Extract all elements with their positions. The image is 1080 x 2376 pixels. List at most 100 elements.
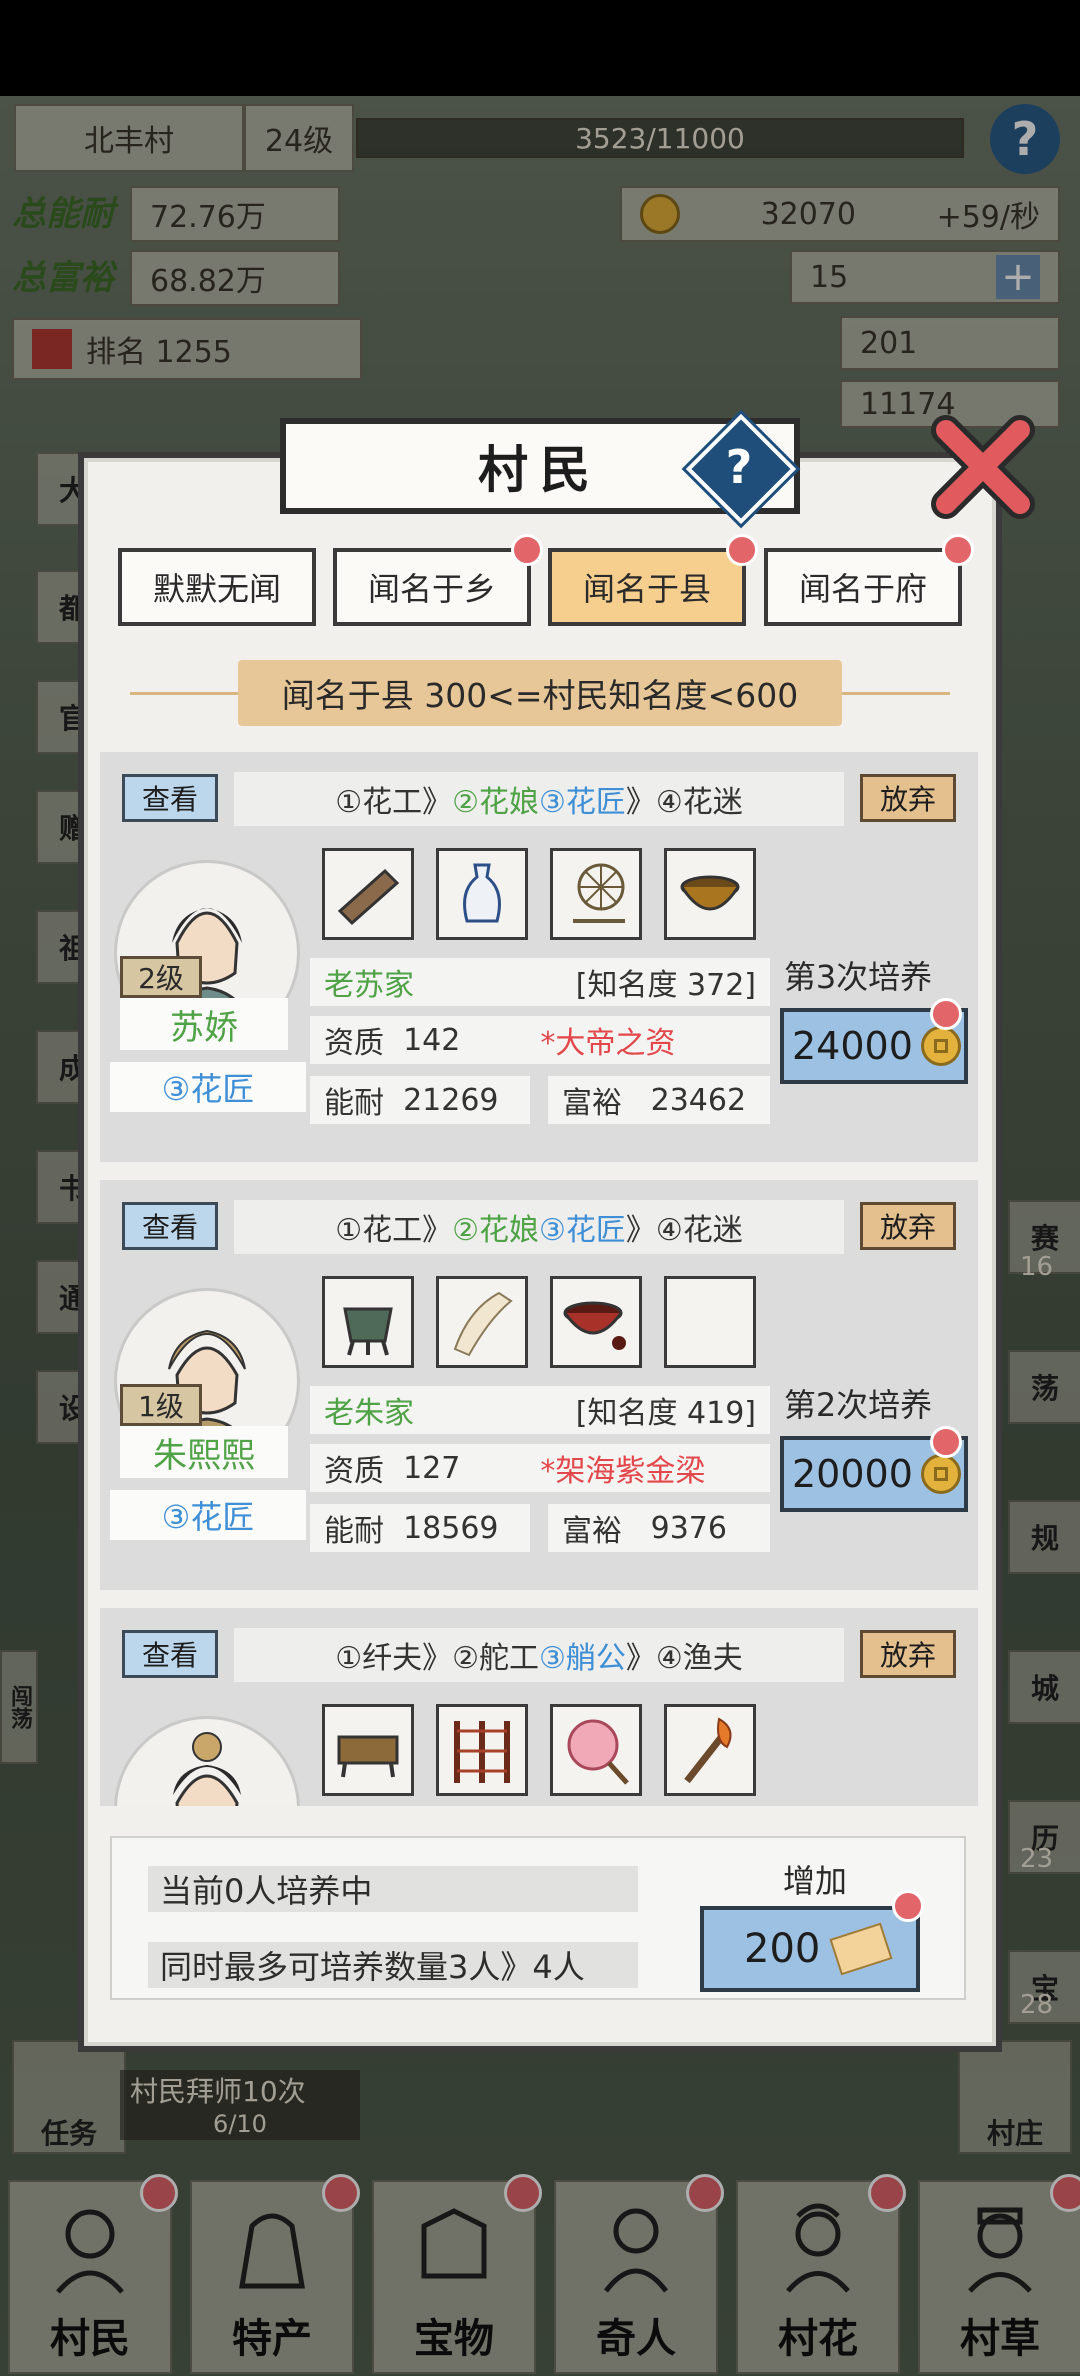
path-step-2: ②花娘 (452, 785, 539, 820)
career-path: ①纤夫 》 ②舵工 ③艄公 》 ④渔夫 (234, 1628, 844, 1682)
aptitude-row: 资质 142 *大帝之资 (310, 1016, 770, 1064)
villager-title: ③花匠 (110, 1062, 306, 1112)
train-count-label: 第2次培养 (783, 1386, 933, 1424)
path-step-2: ②舵工 (452, 1641, 539, 1676)
path-arrow: 》 (625, 1641, 656, 1676)
train-cost: 24000 (792, 1024, 913, 1068)
family-name: 老朱家 (324, 1396, 414, 1431)
wealth-row: 富裕 9376 (548, 1504, 770, 1552)
wealth-label: 富裕 (562, 1514, 622, 1549)
modal-title: 村民 (478, 440, 602, 499)
fame-filter-banner: 闻名于县 300<=村民知名度<600 (238, 660, 842, 726)
path-arrow: 》 (625, 785, 656, 820)
aptitude-value: 142 (403, 1022, 461, 1058)
villager-avatar[interactable] (114, 1716, 300, 1806)
give-up-button[interactable]: 放弃 (860, 1630, 956, 1678)
villager-name: 朱熙熙 (120, 1426, 288, 1478)
career-path: ①花工 》 ②花娘 ③花匠 》 ④花迷 (234, 1200, 844, 1254)
torch-icon[interactable] (664, 1704, 756, 1796)
level-badge: 1级 (120, 1384, 202, 1426)
abacus-icon[interactable] (322, 848, 414, 940)
folding-screen-icon[interactable] (436, 1704, 528, 1796)
training-current-count: 当前0人培养中 (148, 1866, 638, 1912)
aptitude-row: 资质 127 *架海紫金梁 (310, 1444, 770, 1492)
tab-township-famous[interactable]: 闻名于乡 (333, 548, 531, 626)
villager-name: 苏娇 (120, 998, 288, 1050)
add-capacity-button[interactable]: 200 (700, 1906, 920, 1992)
fame-value: [知名度 372] (575, 968, 756, 1003)
coin-icon (920, 1454, 961, 1494)
woman-portrait-icon (173, 1732, 241, 1806)
villager-card: 查看 ①花工 》 ②花娘 ③花匠 》 ④花迷 放弃 2级 苏娇 ③花匠 老苏家 … (100, 752, 978, 1162)
villager-title: ③花匠 (110, 1490, 306, 1540)
path-arrow: 》 (422, 785, 453, 820)
wealth-row: 富裕 23462 (548, 1076, 770, 1124)
ability-row: 能耐 18569 (310, 1504, 530, 1552)
aptitude-value: 127 (403, 1450, 461, 1486)
close-icon[interactable] (928, 412, 1038, 522)
ability-row: 能耐 21269 (310, 1076, 530, 1124)
family-name: 老苏家 (324, 968, 414, 1003)
tab-unknown-label: 默默无闻 (152, 570, 281, 608)
path-step-1: ①花工 (335, 785, 423, 820)
bronze-ding-icon[interactable] (322, 1276, 414, 1368)
view-button[interactable]: 查看 (122, 1630, 218, 1678)
tab-county-dot (726, 534, 758, 566)
ability-value: 21269 (403, 1082, 499, 1118)
empty-item-slot[interactable] (664, 1276, 756, 1368)
path-step-2: ②花娘 (452, 1213, 539, 1248)
coin-icon (920, 1026, 961, 1066)
ability-label: 能耐 (324, 1514, 384, 1549)
path-step-3: ③花匠 (539, 1213, 626, 1248)
spinning-wheel-icon[interactable] (550, 848, 642, 940)
add-capacity-label: 增加 (782, 1862, 847, 1900)
add-capacity-cost: 200 (744, 1926, 821, 1972)
red-bowl-icon[interactable] (550, 1276, 642, 1368)
give-up-button[interactable]: 放弃 (860, 774, 956, 822)
trait-name: *大帝之资 (540, 1026, 676, 1061)
fame-value: [知名度 419] (575, 1396, 756, 1431)
wooden-tray-icon[interactable] (322, 1704, 414, 1796)
give-up-button[interactable]: 放弃 (860, 1202, 956, 1250)
path-step-1: ①纤夫 (335, 1641, 423, 1676)
aptitude-label: 资质 (324, 1454, 384, 1489)
bamboo-slips-icon[interactable] (436, 1276, 528, 1368)
porcelain-vase-icon[interactable] (436, 848, 528, 940)
tab-prefecture-famous[interactable]: 闻名于府 (764, 548, 962, 626)
lacquer-bowl-icon[interactable] (664, 848, 756, 940)
train-cost: 20000 (792, 1452, 913, 1496)
tab-county-label: 闻名于县 (582, 570, 711, 608)
ability-value: 18569 (403, 1510, 499, 1546)
path-step-3: ③花匠 (539, 785, 626, 820)
flower-fan-icon[interactable] (550, 1704, 642, 1796)
path-step-3: ③艄公 (539, 1641, 626, 1676)
tab-township-dot (511, 534, 543, 566)
path-step-4: ④渔夫 (655, 1641, 743, 1676)
tab-prefecture-dot (942, 534, 974, 566)
villager-list[interactable]: 查看 ①花工 》 ②花娘 ③花匠 》 ④花迷 放弃 2级 苏娇 ③花匠 老苏家 … (100, 752, 978, 1806)
view-button[interactable]: 查看 (122, 774, 218, 822)
train-button-dot (930, 998, 962, 1030)
villager-card: 查看 ①纤夫 》 ②舵工 ③艄公 》 ④渔夫 放弃 (100, 1608, 978, 1806)
view-button[interactable]: 查看 (122, 1202, 218, 1250)
add-capacity-dot (892, 1890, 924, 1922)
path-step-4: ④花迷 (655, 1213, 743, 1248)
aptitude-label: 资质 (324, 1026, 384, 1061)
family-fame-row: 老朱家 [知名度 419] (310, 1386, 770, 1434)
path-step-4: ④花迷 (655, 785, 743, 820)
wealth-label: 富裕 (562, 1086, 622, 1121)
villager-card: 查看 ①花工 》 ②花娘 ③花匠 》 ④花迷 放弃 1级 朱熙熙 ③花匠 老朱家… (100, 1180, 978, 1590)
path-arrow: 》 (422, 1213, 453, 1248)
family-fame-row: 老苏家 [知名度 372] (310, 958, 770, 1006)
path-step-1: ①花工 (335, 1213, 423, 1248)
train-count-label: 第3次培养 (783, 958, 933, 996)
ticket-icon (829, 1922, 893, 1976)
tab-township-label: 闻名于乡 (367, 570, 496, 608)
help-icon[interactable]: ? (702, 430, 776, 504)
tab-county-famous[interactable]: 闻名于县 (548, 548, 746, 626)
tab-unknown[interactable]: 默默无闻 (118, 548, 316, 626)
training-max-count: 同时最多可培养数量3人》4人 (148, 1942, 638, 1988)
path-arrow: 》 (422, 1641, 453, 1676)
wealth-value: 9376 (650, 1510, 727, 1546)
level-badge: 2级 (120, 956, 202, 998)
